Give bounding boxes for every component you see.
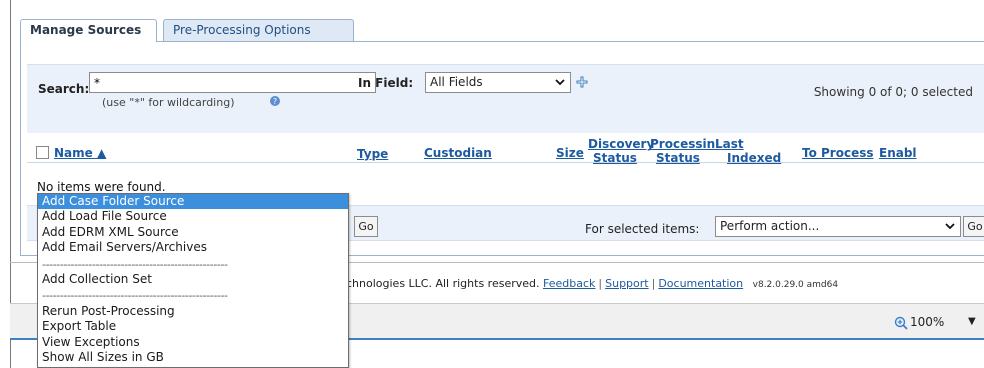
search-bar: Search: (use "*" for wildcarding) ? In F… (27, 64, 984, 133)
menu-item-add-email-servers[interactable]: Add Email Servers/Archives (38, 240, 348, 255)
col-processing-status[interactable]: Processin (650, 137, 715, 151)
feedback-link[interactable]: Feedback (543, 277, 595, 290)
documentation-link[interactable]: Documentation (658, 277, 743, 290)
copyright-text: chnologies LLC. All rights reserved. (346, 277, 540, 290)
empty-message: No items were found. (37, 180, 166, 194)
go-button[interactable]: Go (354, 216, 378, 237)
menu-item-add-edrm-xml-source[interactable]: Add EDRM XML Source (38, 225, 348, 240)
select-all-checkbox[interactable] (36, 146, 49, 159)
search-hint: (use "*" for wildcarding) (102, 96, 235, 109)
col-processing-sub: Status (656, 151, 700, 165)
col-discovery-sub: Status (593, 151, 637, 165)
col-name[interactable]: Name ▲ (54, 146, 106, 160)
help-icon[interactable]: ? (269, 95, 281, 107)
chevron-down-icon (945, 223, 955, 230)
col-size[interactable]: Size (556, 146, 584, 160)
col-discovery-label: Discovery (588, 137, 655, 151)
col-to-process[interactable]: To Process (802, 146, 874, 160)
zoom-level[interactable]: 100% (910, 315, 944, 329)
in-field-select[interactable]: All Fields (425, 72, 571, 93)
menu-item-add-case-folder-source[interactable]: Add Case Folder Source (38, 194, 348, 209)
svg-text:?: ? (273, 97, 277, 106)
menu-item-view-exceptions[interactable]: View Exceptions (38, 335, 348, 350)
col-type[interactable]: Type (357, 147, 388, 161)
zoom-dropdown-icon[interactable]: ▼ (968, 316, 976, 327)
menu-item-show-sizes-gb[interactable]: Show All Sizes in GB (38, 350, 348, 365)
tab-pre-processing-options[interactable]: Pre-Processing Options (163, 19, 354, 41)
menu-item-rerun-post-processing[interactable]: Rerun Post-Processing (38, 304, 348, 319)
menu-separator: ----------------------------------------… (42, 258, 228, 271)
col-enabled[interactable]: Enabl (879, 146, 917, 160)
menu-item-export-table[interactable]: Export Table (38, 319, 348, 334)
go-action-button[interactable]: Go (963, 216, 984, 237)
search-label: Search: (38, 82, 90, 96)
table-header: Name ▲ Type Custodian Size Discovery Sta… (27, 133, 984, 165)
col-discovery-status[interactable]: Discovery (588, 137, 654, 151)
zoom-icon[interactable] (894, 316, 908, 330)
footer: chnologies LLC. All rights reserved. Fee… (346, 277, 839, 290)
chevron-down-icon (555, 79, 565, 86)
col-last-indexed-sub: Indexed (727, 151, 782, 165)
version-text: v8.2.0.29.0 amd64 (752, 280, 839, 290)
in-field-value: All Fields (430, 75, 483, 89)
for-selected-label: For selected items: (585, 222, 700, 236)
add-field-icon[interactable] (576, 76, 588, 88)
add-source-dropdown-menu: Add Case Folder Source Add Load File Sou… (37, 193, 349, 368)
showing-count: Showing 0 of 0; 0 selected (813, 85, 973, 99)
perform-action-value: Perform action... (720, 219, 820, 233)
col-custodian[interactable]: Custodian (424, 146, 492, 160)
menu-item-add-collection-set[interactable]: Add Collection Set (38, 272, 348, 287)
perform-action-select[interactable]: Perform action... (715, 216, 961, 237)
col-last-indexed[interactable]: Last (715, 137, 744, 151)
search-input[interactable] (89, 72, 376, 93)
tab-manage-sources[interactable]: Manage Sources (20, 19, 157, 42)
in-field-label: In Field: (358, 76, 414, 90)
menu-separator: ----------------------------------------… (42, 289, 228, 302)
support-link[interactable]: Support (605, 277, 648, 290)
menu-item-add-load-file-source[interactable]: Add Load File Source (38, 209, 348, 224)
